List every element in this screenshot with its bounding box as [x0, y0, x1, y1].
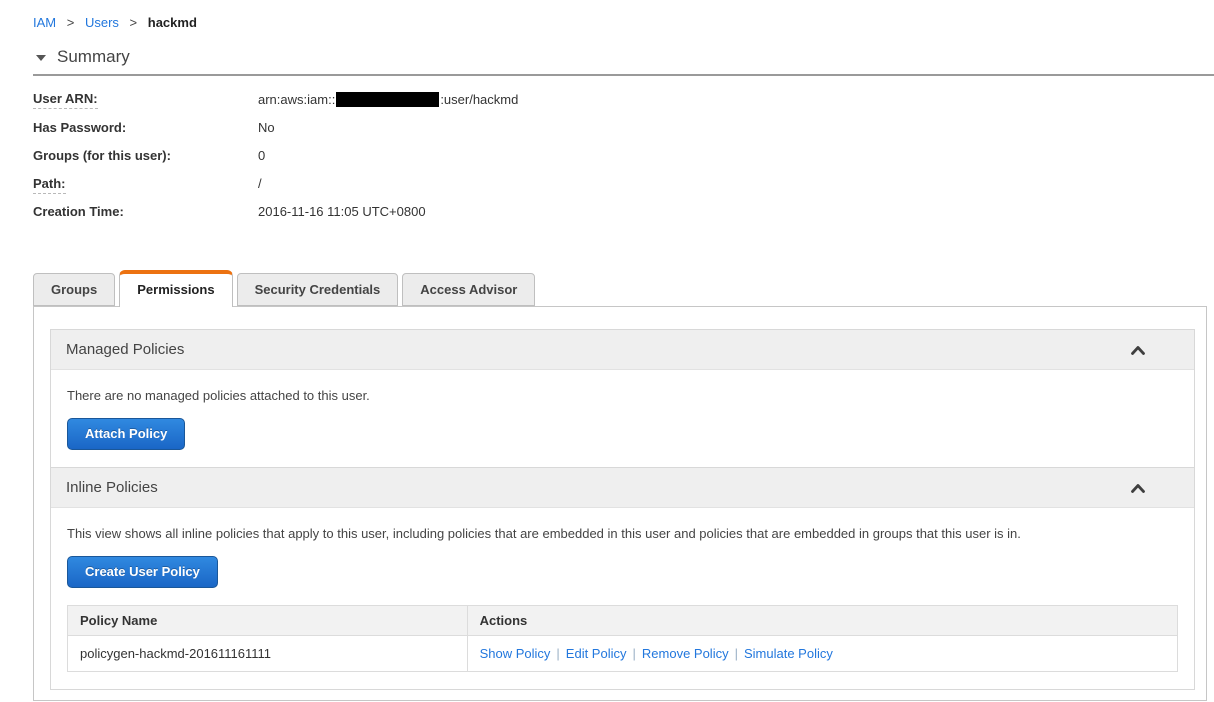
attach-policy-button[interactable]: Attach Policy — [67, 418, 186, 450]
field-row-has-password: Has Password: No — [33, 121, 1214, 135]
create-user-policy-button[interactable]: Create User Policy — [67, 556, 218, 588]
managed-policies-body: There are no managed policies attached t… — [51, 370, 1194, 468]
breadcrumb-separator: > — [66, 15, 75, 30]
policy-name-cell: policygen-hackmd-201611161111 — [67, 635, 468, 672]
field-row-groups: Groups (for this user): 0 — [33, 149, 1214, 163]
breadcrumb-current-user: hackmd — [147, 15, 197, 30]
simulate-policy-link[interactable]: Simulate Policy — [744, 646, 833, 661]
path-value: / — [258, 176, 262, 191]
arn-prefix: arn:aws:iam:: — [258, 92, 336, 107]
inline-policies-body: This view shows all inline policies that… — [51, 508, 1194, 689]
managed-policies-empty-text: There are no managed policies attached t… — [67, 388, 370, 403]
tab-permissions[interactable]: Permissions — [119, 270, 233, 307]
inline-policies-table: Policy Name Actions policygen-hackmd-201… — [67, 605, 1179, 672]
creation-time-label: Creation Time: — [33, 204, 124, 219]
breadcrumb-separator: > — [129, 15, 138, 30]
redaction-box — [336, 92, 440, 107]
inline-policies-title: Inline Policies — [66, 479, 158, 496]
groups-count-label: Groups (for this user): — [33, 148, 171, 163]
show-policy-link[interactable]: Show Policy — [480, 646, 551, 661]
arn-suffix: :user/hackmd — [440, 92, 519, 107]
action-separator: | — [734, 646, 738, 661]
creation-time-value: 2016-11-16 11:05 UTC+0800 — [258, 204, 426, 219]
tab-security-credentials[interactable]: Security Credentials — [236, 273, 399, 306]
field-row-creation-time: Creation Time: 2016-11-16 11:05 UTC+0800 — [33, 205, 1214, 219]
inline-policies-description: This view shows all inline policies that… — [67, 526, 1021, 541]
path-label-text: Path: — [33, 176, 66, 194]
summary-section-toggle[interactable]: Summary — [33, 47, 1214, 76]
user-arn-label-text: User ARN: — [33, 91, 98, 109]
edit-policy-link[interactable]: Edit Policy — [566, 646, 627, 661]
policy-name-column-header: Policy Name — [67, 605, 468, 636]
actions-column-header: Actions — [466, 605, 1179, 636]
triangle-down-icon[interactable] — [36, 55, 46, 61]
groups-count-value: 0 — [258, 148, 266, 163]
managed-policies-header[interactable]: Managed Policies — [51, 330, 1194, 370]
has-password-value: No — [258, 120, 275, 135]
breadcrumb: IAM > Users > hackmd — [0, 0, 1214, 30]
breadcrumb-link-iam[interactable]: IAM — [33, 15, 56, 30]
remove-policy-link[interactable]: Remove Policy — [642, 646, 729, 661]
policies-accordion: Managed Policies There are no managed po… — [50, 329, 1195, 690]
user-arn-label: User ARN: — [33, 91, 258, 109]
field-row-path: Path: / — [33, 176, 1214, 194]
inline-policies-header[interactable]: Inline Policies — [51, 468, 1194, 508]
chevron-up-icon[interactable] — [1130, 482, 1178, 494]
breadcrumb-link-users[interactable]: Users — [85, 15, 119, 30]
chevron-up-icon[interactable] — [1130, 344, 1178, 356]
action-separator: | — [632, 646, 636, 661]
actions-cell: Show Policy | Edit Policy | Remove Policy | Si… — [466, 635, 1179, 672]
path-label: Path: — [33, 176, 258, 194]
summary-title: Summary — [57, 47, 130, 66]
tab-bar: Groups Permissions Security Credentials … — [33, 270, 1214, 307]
tab-groups[interactable]: Groups — [33, 273, 116, 306]
tab-access-advisor[interactable]: Access Advisor — [402, 273, 536, 306]
user-arn-value: arn:aws:iam:::user/hackmd — [258, 92, 518, 107]
summary-fields: User ARN: arn:aws:iam:::user/hackmd Has … — [33, 91, 1214, 219]
action-separator: | — [556, 646, 560, 661]
field-row-user-arn: User ARN: arn:aws:iam:::user/hackmd — [33, 91, 1214, 109]
table-header-row: Policy Name Actions — [67, 605, 1179, 636]
permissions-tab-panel: Managed Policies There are no managed po… — [33, 306, 1207, 701]
table-row: policygen-hackmd-201611161111 Show Polic… — [67, 635, 1179, 672]
has-password-label: Has Password: — [33, 120, 127, 135]
managed-policies-title: Managed Policies — [66, 341, 185, 358]
